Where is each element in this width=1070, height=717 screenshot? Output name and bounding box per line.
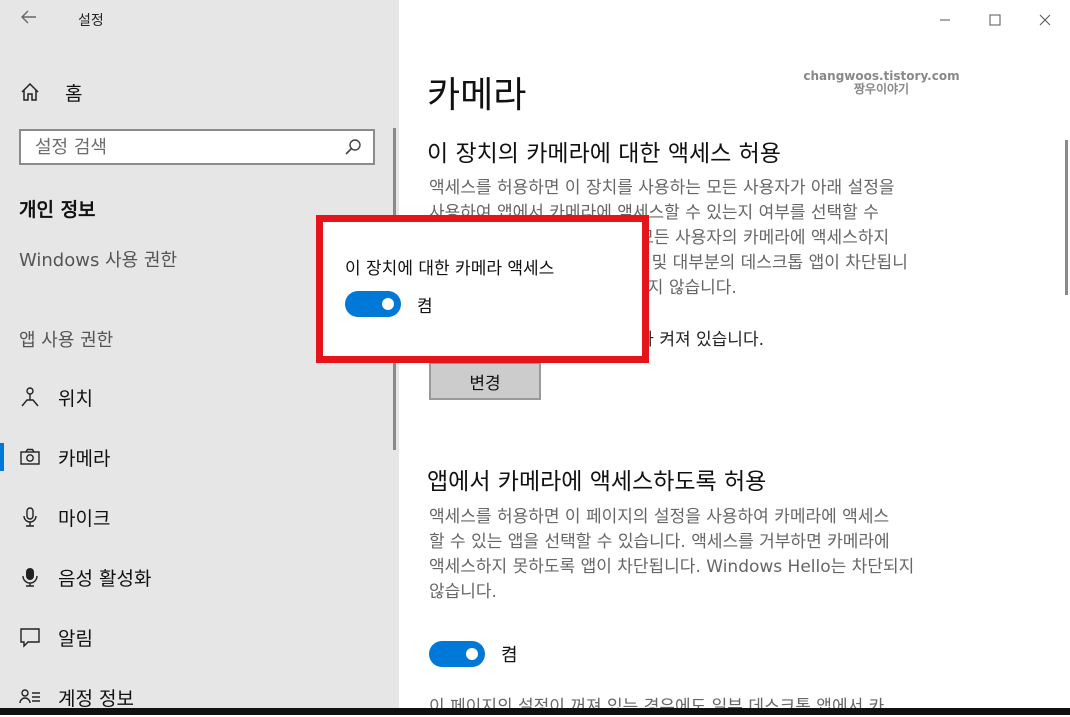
screen-bottom-edge [0,708,1070,715]
watermark-blog-name: 짱우이야기 [853,82,910,96]
section-heading-privacy: 개인 정보 [19,199,96,221]
watermark: changwoos.tistory.com 짱우이야기 [799,70,964,96]
description-line: 액세스를 허용하면 이 페이지의 설정을 사용하여 카메라에 액세스 [429,507,890,527]
sidebar-item-label: 마이크 [58,507,111,530]
app-access-toggle[interactable] [429,641,485,667]
device-access-toggle[interactable] [345,291,401,317]
sidebar-item-camera[interactable]: 카메라 [0,437,390,477]
group-label-app-permissions: 앱 사용 권한 [19,330,114,351]
window-controls [920,0,1070,40]
sidebar-item-label: 알림 [58,627,93,650]
camera-icon [19,446,41,468]
sidebar-item-microphone[interactable]: 마이크 [0,497,390,537]
toggle-knob [466,648,478,660]
search-icon[interactable] [343,137,363,157]
description-line: 액세스하지 못하도록 앱이 차단됩니다. Windows Hello는 차단되지 [429,557,915,577]
group-label-windows-permissions[interactable]: Windows 사용 권한 [19,246,177,272]
section-title-app-access: 앱에서 카메라에 액세스하도록 허용 [427,469,767,495]
app-access-toggle-row: 켬 [429,641,518,667]
description-line: 할 수 있는 앱을 선택할 수 있습니다. 액세스를 거부하면 카메라에 [429,532,890,552]
toggle-knob [382,298,394,310]
notification-icon [19,626,41,648]
description-line: 액세스를 허용하면 이 장치를 사용하는 모든 사용자가 아래 설정을 [429,178,895,198]
close-icon[interactable] [1020,0,1070,40]
sidebar-item-label: 위치 [58,387,93,410]
description-line: 않습니다. [429,582,497,602]
camera-access-flyout: 이 장치에 대한 카메라 액세스 켬 [316,215,649,363]
maximize-icon[interactable] [970,0,1020,40]
sidebar-item-notifications[interactable]: 알림 [0,617,390,657]
section-title-device-access: 이 장치의 카메라에 대한 액세스 허용 [427,141,781,167]
sidebar-item-label: 계정 정보 [58,687,134,710]
device-access-toggle-row: 켬 [345,291,433,317]
back-arrow-icon[interactable] [18,8,40,30]
home-label: 홈 [65,82,83,105]
sidebar-item-voice-activation[interactable]: 음성 활성화 [0,557,390,597]
sidebar-item-label: 카메라 [58,447,111,470]
minimize-icon[interactable] [920,0,970,40]
microphone-icon [19,506,41,528]
section-description-app-access: 액세스를 허용하면 이 페이지의 설정을 사용하여 카메라에 액세스 할 수 있… [429,505,994,605]
home-icon [19,81,41,103]
sidebar-item-location[interactable]: 위치 [0,377,390,417]
window-title: 설정 [78,13,104,29]
search-box[interactable] [19,129,375,165]
flyout-title: 이 장치에 대한 카메라 액세스 [345,259,555,279]
page-title: 카메라 [427,75,527,116]
location-icon [19,386,41,408]
sidebar-item-label: 음성 활성화 [58,567,152,590]
home-nav-item[interactable]: 홈 [19,78,82,106]
change-button[interactable]: 변경 [429,362,541,400]
app-access-toggle-state: 켬 [501,645,518,666]
device-access-toggle-state: 켬 [417,296,433,317]
main-scrollbar[interactable] [1065,140,1068,295]
search-input[interactable] [21,135,343,159]
voice-activation-icon [19,566,41,588]
account-info-icon [19,686,41,708]
